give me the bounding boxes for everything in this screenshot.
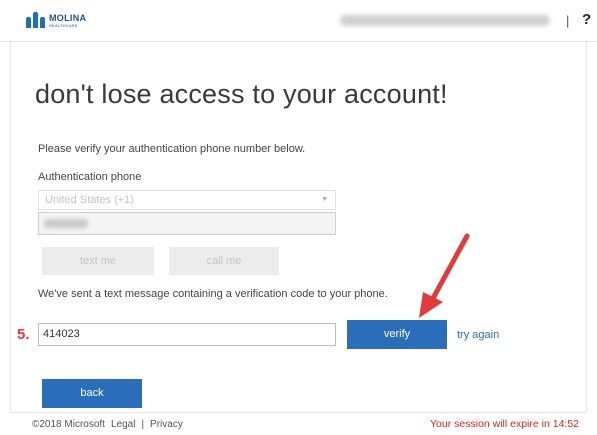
- call-me-button[interactable]: call me: [169, 247, 279, 275]
- back-button[interactable]: back: [42, 379, 142, 408]
- verify-button[interactable]: verify: [347, 320, 447, 349]
- logo-sub: HEALTHCARE: [49, 23, 78, 28]
- help-button[interactable]: ?: [582, 11, 591, 28]
- auth-phone-label: Authentication phone: [38, 171, 142, 183]
- phone-number-field[interactable]: [38, 212, 336, 235]
- country-value: United States (+1): [45, 194, 134, 206]
- step-annotation: 5.: [17, 326, 30, 343]
- try-again-link[interactable]: try again: [457, 329, 499, 341]
- country-select[interactable]: United States (+1) ▼: [38, 190, 336, 210]
- molina-logo: MOLINA HEALTHCARE: [26, 10, 86, 28]
- phone-number-blurred: [44, 219, 88, 228]
- instruction-text: Please verify your authentication phone …: [38, 143, 306, 155]
- top-bar: MOLINA HEALTHCARE | ?: [0, 0, 597, 42]
- sent-message: We've sent a text message containing a v…: [38, 288, 388, 300]
- chevron-down-icon: ▼: [321, 196, 328, 203]
- page-title: don't lose access to your account!: [35, 79, 448, 109]
- privacy-link[interactable]: Privacy: [150, 419, 183, 430]
- footer-divider: |: [141, 419, 145, 430]
- verification-code-input[interactable]: 414023: [38, 323, 336, 346]
- logo-figures-icon: [26, 10, 46, 28]
- copyright-text: ©2018 Microsoft: [32, 419, 105, 430]
- header-separator: |: [566, 13, 570, 28]
- footer: ©2018 Microsoft Legal | Privacy Your ses…: [10, 412, 587, 435]
- text-me-button[interactable]: text me: [42, 247, 154, 275]
- logo-name: MOLINA: [49, 13, 87, 23]
- user-email-blurred: [340, 15, 550, 26]
- red-arrow-icon: [419, 233, 470, 318]
- legal-link[interactable]: Legal: [111, 419, 135, 430]
- session-timer: Your session will expire in 14:52: [429, 418, 579, 430]
